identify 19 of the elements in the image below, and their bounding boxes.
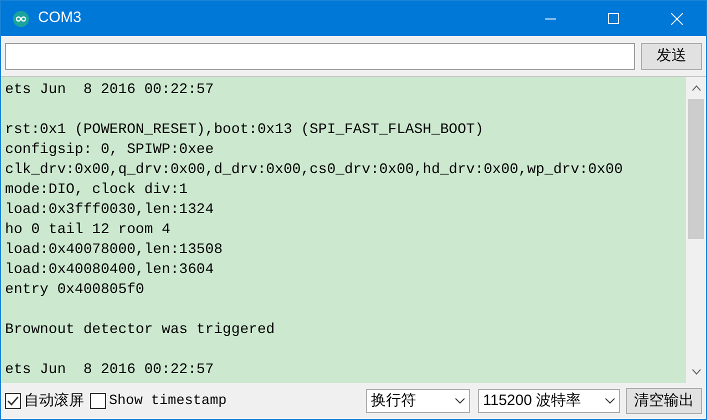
checkbox[interactable] xyxy=(90,393,106,409)
checkbox-label[interactable]: 自动滚屏 xyxy=(24,390,84,412)
line-ending-dropdown[interactable]: 换行符 xyxy=(366,389,470,413)
chevron-down-icon xyxy=(455,398,465,404)
checkbox-label[interactable]: Show timestamp xyxy=(109,390,227,412)
baud-rate-dropdown[interactable]: 115200 波特率 xyxy=(478,389,620,413)
send-button[interactable]: 发送 xyxy=(641,42,702,70)
scrollbar-thumb[interactable] xyxy=(688,99,704,239)
checkbox[interactable] xyxy=(5,393,21,409)
close-icon[interactable] xyxy=(671,12,683,24)
scroll-up-icon[interactable] xyxy=(692,85,700,91)
chevron-down-icon xyxy=(605,398,615,404)
scroll-down-icon[interactable] xyxy=(692,369,700,375)
app-icon xyxy=(13,10,29,26)
clear-output-button[interactable]: 清空输出 xyxy=(626,388,702,414)
serial-output: ets Jun 8 2016 00:22:57 rst:0x1 (POWERON_RESET),boot:0x13 (SPI_FAST_FLASH_BOOT) configsip: 0, SPIWP:0xee clk_drv:0x00,q_drv:0x00,d_drv:0x00,cs0_drv:0x00,hd_drv:0x00,wp_drv:0x00 mode:DIO, clock div:1 load:0x3fff0030,len:1324 ho 0 tail 12 room 4 load:0x40078000,len:13508 load:0x40080400,len:3604 entry 0x400805f0 Brownout detector was triggered ets Jun 8 2016 00:22:57 xyxy=(1,77,686,383)
message-input[interactable] xyxy=(5,42,635,70)
window-title: COM3 xyxy=(38,8,82,28)
maximize-icon[interactable] xyxy=(608,13,619,24)
